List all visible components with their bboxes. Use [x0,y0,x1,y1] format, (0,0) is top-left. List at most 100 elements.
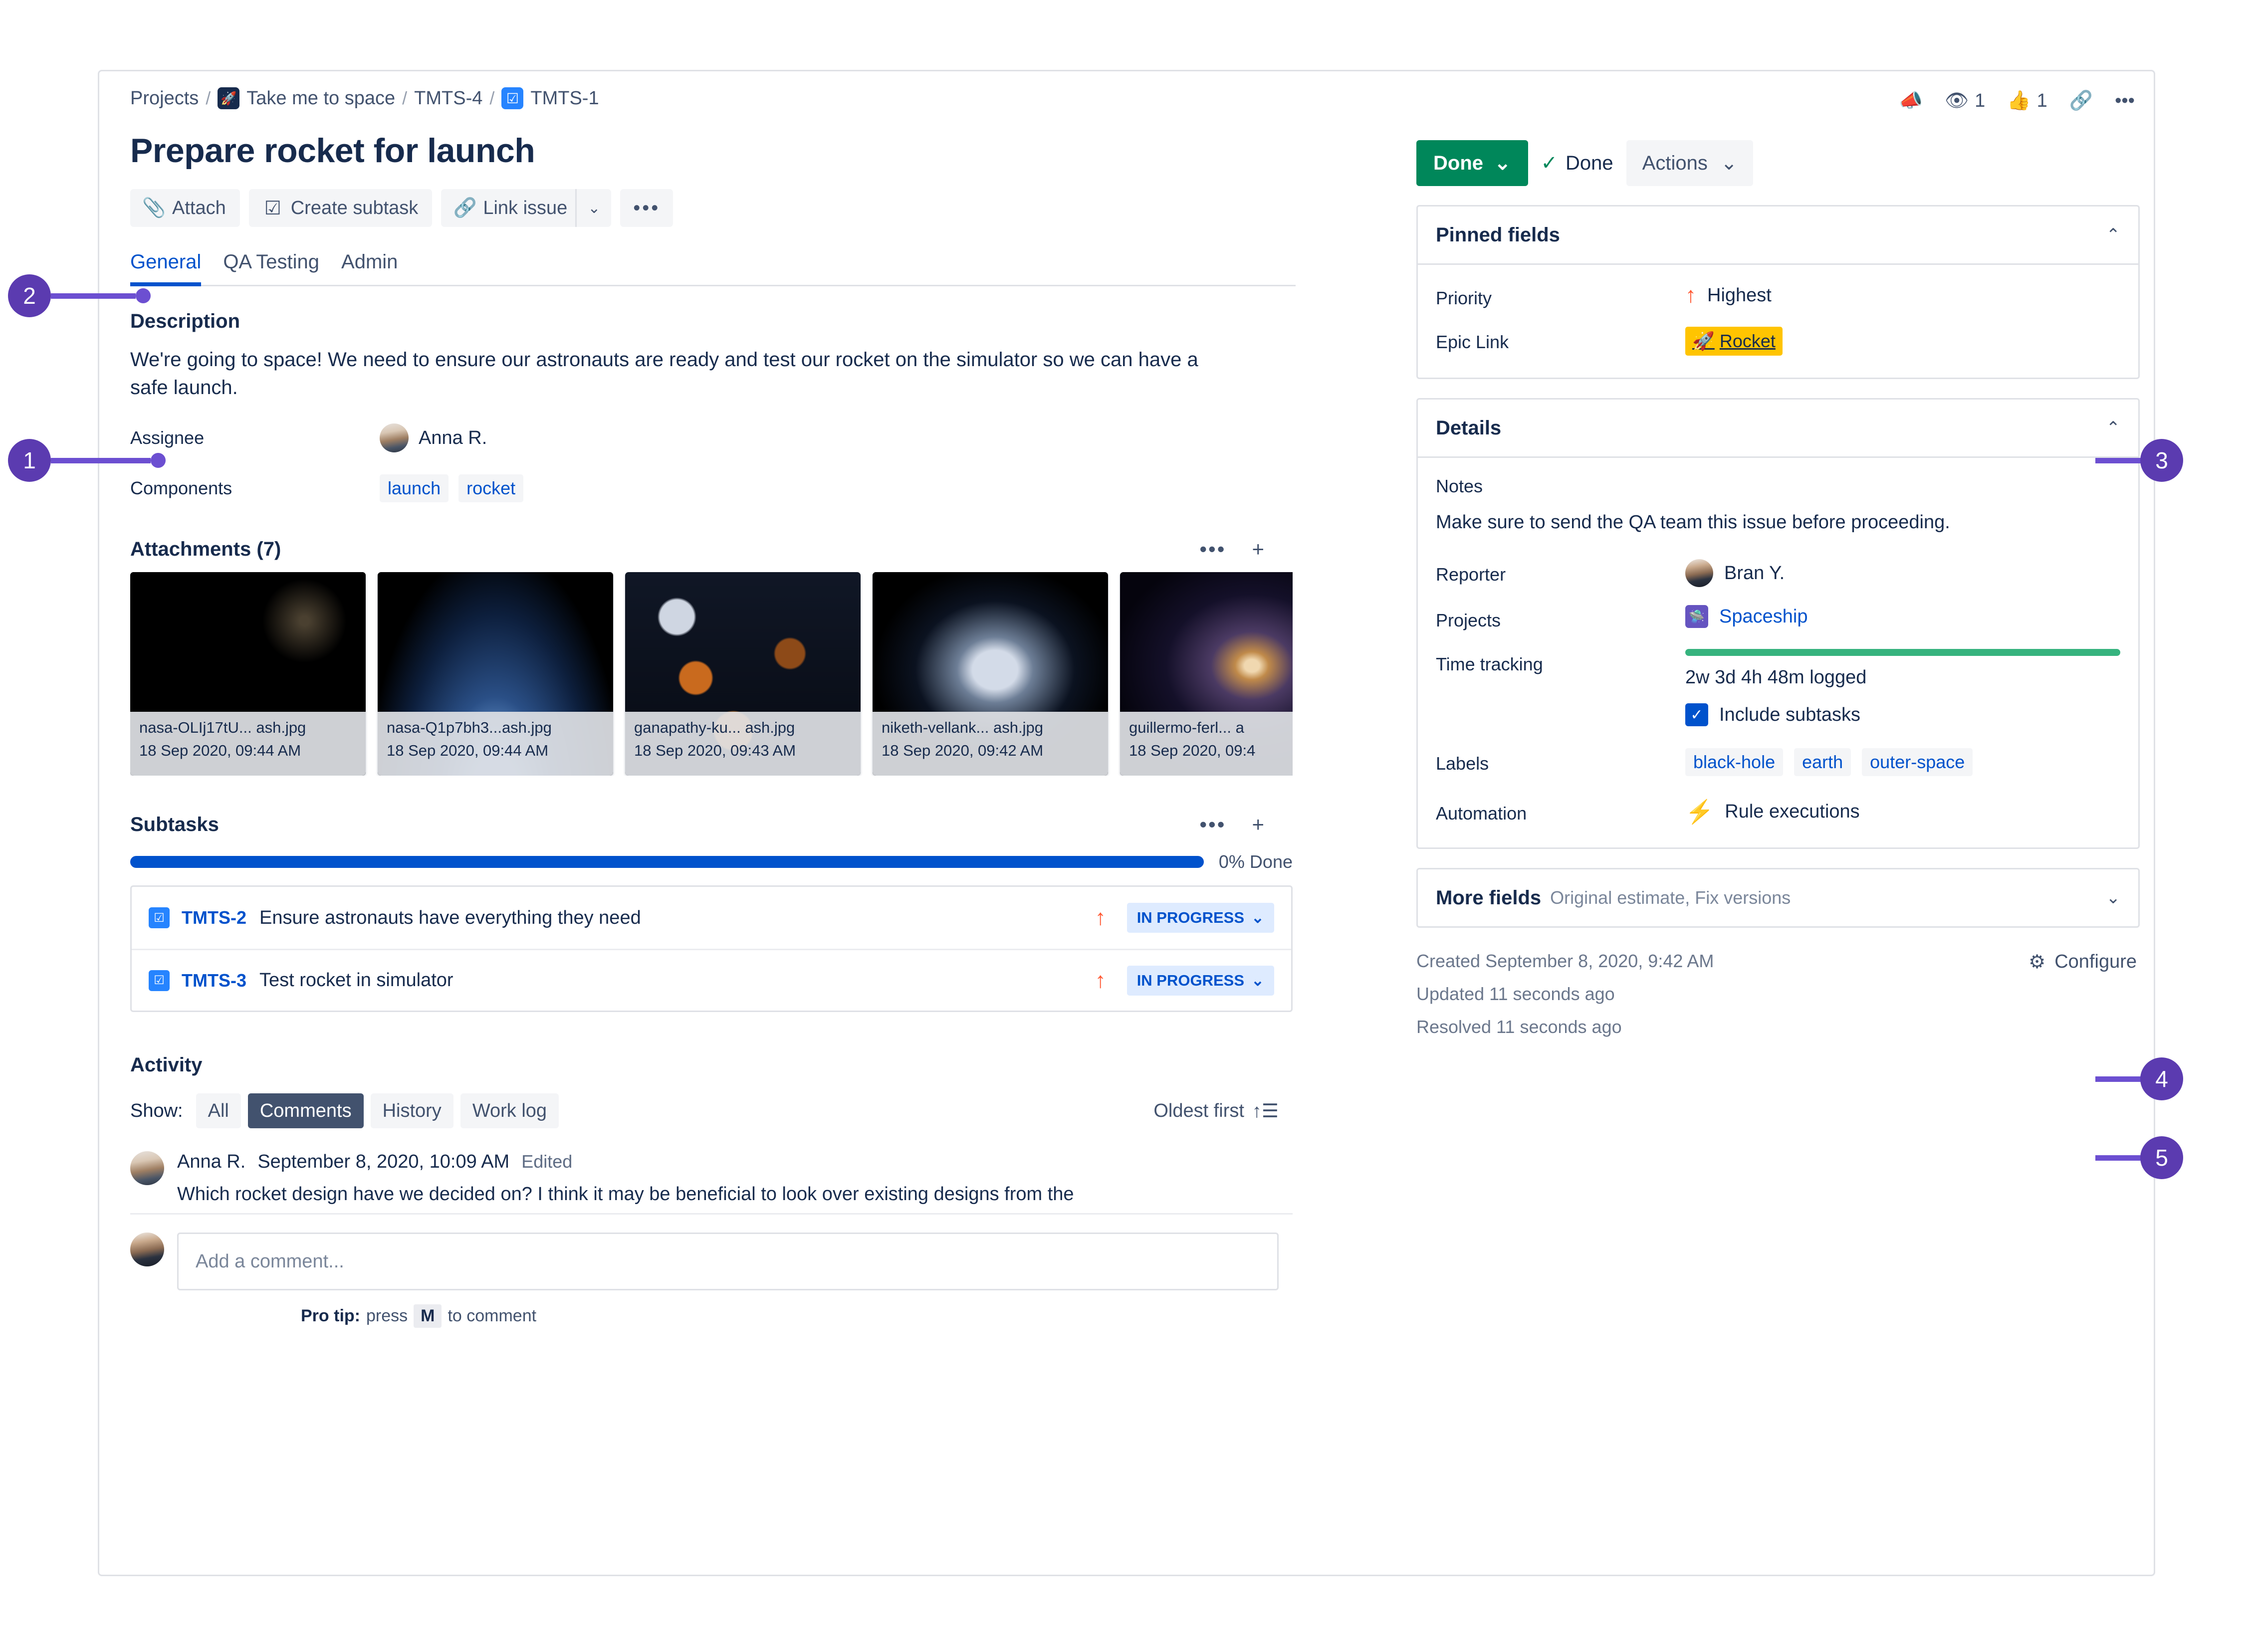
assignee-label: Assignee [130,427,205,448]
breadcrumb-projects[interactable]: Projects [130,88,199,109]
sort-control[interactable]: Oldest first ↑☰ [1153,1100,1279,1122]
comment-timestamp: September 8, 2020, 10:09 AM [257,1151,510,1172]
attachment-name: ganapathy-ku... ash.jpg [634,719,795,736]
chevron-up-icon[interactable]: ⌃ [2106,225,2121,245]
label-chip[interactable]: black-hole [1685,748,1784,776]
project-name[interactable]: Spaceship [1719,606,1807,627]
like-control[interactable]: 👍 1 [2007,90,2047,112]
attachments-add-icon[interactable]: + [1239,537,1279,561]
priority-up-icon: ↑ [1095,968,1106,993]
attach-button[interactable]: 📎 Attach [130,189,240,227]
configure-button[interactable]: ⚙ Configure [2028,951,2137,973]
attachment-caption: nasa-Q1p7bh3...ash.jpg 18 Sep 2020, 09:4… [378,712,613,776]
more-options-icon[interactable]: ••• [2115,90,2135,112]
subtask-key[interactable]: TMTS-3 [182,970,246,991]
link-issue-label: Link issue [483,197,568,218]
chevron-down-icon[interactable]: ⌄ [575,189,611,227]
component-chip[interactable]: launch [380,474,449,502]
gear-icon: ⚙ [2028,952,2046,973]
attachment-thumbnail[interactable]: nasa-Q1p7bh3...ash.jpg 18 Sep 2020, 09:4… [378,572,613,776]
status-dropdown-button[interactable]: Done ⌄ [1416,140,1528,186]
automation-label: Automation [1436,803,1527,824]
priority-up-icon: ↑ [1095,905,1106,930]
more-actions-button[interactable]: ••• [620,189,674,227]
subtask-summary[interactable]: Ensure astronauts have everything they n… [259,907,1095,929]
tab-admin[interactable]: Admin [341,251,398,286]
filter-all[interactable]: All [196,1093,241,1128]
label-chip[interactable]: earth [1794,748,1851,776]
attachment-thumbnail[interactable]: guillermo-ferl... a 18 Sep 2020, 09:4 [1120,572,1293,776]
subtasks-list: ☑ TMTS-2 Ensure astronauts have everythi… [130,885,1293,1012]
megaphone-icon[interactable]: 📣 [1899,90,1923,112]
more-fields-panel[interactable]: More fields Original estimate, Fix versi… [1416,868,2140,928]
projects-value[interactable]: 🛸 Spaceship [1685,605,2120,628]
watch-control[interactable]: 👁 1 [1945,90,1985,112]
filter-work-log[interactable]: Work log [460,1093,559,1128]
time-logged-text[interactable]: 2w 3d 4h 48m logged [1685,667,2120,688]
attachments-more-icon[interactable]: ••• [1186,537,1239,561]
include-subtasks-checkbox[interactable]: ✓ Include subtasks [1685,703,2120,726]
components-row: Components launch rocket [116,474,1373,502]
status-row: Done ⌄ ✓ Done Actions ⌄ [1416,140,2140,186]
attachment-date: 18 Sep 2020, 09:44 AM [139,742,301,759]
breadcrumb-project[interactable]: Take me to space [246,88,395,109]
assignee-value[interactable]: Anna R. [380,423,487,452]
epic-name: Rocket [1719,331,1776,351]
filter-history[interactable]: History [370,1093,453,1128]
epic-badge[interactable]: 🚀 Rocket [1685,327,1783,356]
comment-edited-badge: Edited [521,1151,573,1172]
issue-sidebar: 📣 👁 1 👍 1 🔗 ••• Done ⌄ ✓ Done Actions ⌄ … [1416,83,2140,1049]
assignee-row: Assignee Anna R. [116,423,1373,452]
status-badge[interactable]: IN PROGRESS ⌄ [1126,903,1274,933]
chevron-down-icon[interactable]: ⌄ [2106,888,2121,908]
epic-link-value[interactable]: 🚀 Rocket [1685,327,2120,356]
description-heading: Description [130,310,240,332]
chevron-down-icon: ⌄ [1251,971,1264,989]
spaceship-icon: 🛸 [1685,605,1708,628]
comment-author[interactable]: Anna R. [177,1151,245,1173]
pinned-fields-header[interactable]: Pinned fields ⌃ [1418,206,2138,263]
subtask-key[interactable]: TMTS-2 [182,907,246,928]
actions-button[interactable]: Actions ⌄ [1626,140,1754,186]
pro-tip-prefix: Pro tip: [301,1306,360,1325]
link-issue-button[interactable]: 🔗 Link issue ⌄ [441,189,612,227]
breadcrumb-parent-issue[interactable]: TMTS-4 [414,88,482,109]
create-subtask-button[interactable]: ☑ Create subtask [248,189,433,227]
callout-marker-1: 1 [8,439,166,482]
components-label: Components [130,478,232,498]
reporter-value[interactable]: Bran Y. [1685,559,2120,587]
subtasks-more-icon[interactable]: ••• [1186,813,1239,836]
chevron-down-icon: ⌄ [1494,152,1511,174]
attachment-thumbnail[interactable]: nasa-OLIj17tU... ash.jpg 18 Sep 2020, 09… [130,572,366,776]
description-text[interactable]: We're going to space! We need to ensure … [130,346,1238,402]
status-badge[interactable]: IN PROGRESS ⌄ [1126,965,1274,996]
label-chip[interactable]: outer-space [1862,748,1973,776]
more-fields-header[interactable]: More fields Original estimate, Fix versi… [1418,869,2138,926]
notes-text[interactable]: Make sure to send the QA team this issue… [1436,512,2120,533]
component-chip[interactable]: rocket [458,474,524,502]
subtasks-add-icon[interactable]: + [1239,813,1279,836]
table-row[interactable]: ☑ TMTS-3 Test rocket in simulator ↑ IN P… [132,949,1291,1011]
callout-number: 3 [2140,439,2183,482]
tab-qa-testing[interactable]: QA Testing [223,251,319,286]
attachment-thumbnail[interactable]: niketh-vellank... ash.jpg 18 Sep 2020, 0… [873,572,1108,776]
add-comment-input[interactable]: Add a comment... [177,1233,1279,1290]
share-icon[interactable]: 🔗 [2069,90,2093,112]
table-row[interactable]: ☑ TMTS-2 Ensure astronauts have everythi… [132,887,1291,949]
filter-comments[interactable]: Comments [247,1093,364,1128]
priority-value[interactable]: ↑ Highest [1685,283,2120,308]
actions-label: Actions [1642,152,1708,174]
paperclip-icon: 📎 [142,198,166,218]
attach-label: Attach [172,197,226,218]
attachment-thumbnail[interactable]: ganapathy-ku... ash.jpg 18 Sep 2020, 09:… [625,572,861,776]
automation-value[interactable]: ⚡ Rule executions [1685,798,2120,826]
details-header[interactable]: Details ⌃ [1418,400,2138,456]
pinned-fields-panel: Pinned fields ⌃ Priority ↑ Highest Epic … [1416,205,2140,379]
breadcrumb-issue[interactable]: TMTS-1 [530,88,599,109]
progress-label: 0% Done [1218,851,1293,872]
subtask-summary[interactable]: Test rocket in simulator [259,970,1095,991]
attachment-name: niketh-vellank... ash.jpg [882,719,1043,736]
chevron-up-icon[interactable]: ⌃ [2106,418,2121,438]
attachments-strip[interactable]: nasa-OLIj17tU... ash.jpg 18 Sep 2020, 09… [130,572,1293,776]
reporter-name: Bran Y. [1724,562,1785,584]
